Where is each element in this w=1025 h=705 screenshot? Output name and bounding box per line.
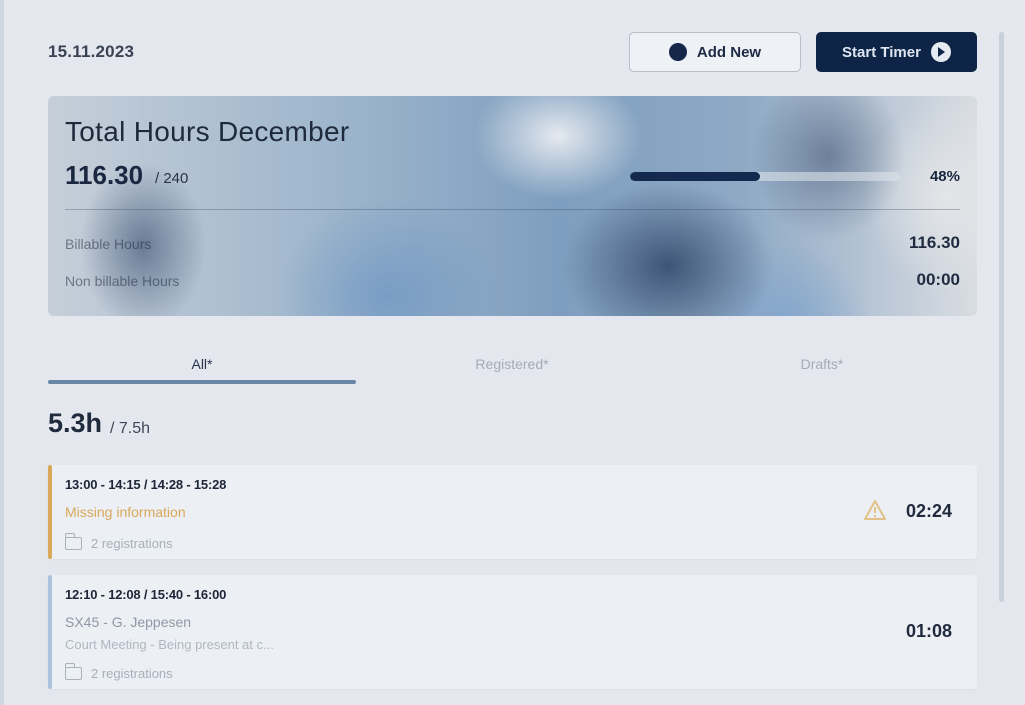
tab-registered-label: Registered* — [475, 356, 549, 372]
total-hours-value: 116.30 — [65, 160, 144, 190]
summary-divider — [65, 209, 960, 210]
tab-all[interactable]: All* — [48, 350, 356, 384]
summary-title: Total Hours December — [65, 116, 350, 147]
entry-filter-tabs: All* Registered* Drafts* — [48, 350, 977, 384]
warning-triangle-icon — [864, 500, 886, 520]
entry-case: SX45 - G. Jeppesen — [65, 614, 192, 630]
entry-registrations-label: 2 registrations — [91, 536, 173, 551]
add-new-label: Add New — [696, 43, 762, 61]
total-hours-target: / 240 — [155, 170, 189, 187]
entry-description: Court Meeting - Being present at c... — [65, 637, 274, 652]
entry-duration: 02:24 — [905, 501, 952, 521]
entry-registrations: 2 registrations — [64, 533, 173, 551]
non-billable-hours-value: 00:00 — [916, 270, 960, 289]
day-target-hours: / 7.5h — [110, 420, 151, 437]
folder-icon — [64, 663, 82, 680]
tab-drafts[interactable]: Drafts* — [668, 350, 976, 384]
tab-all-label: All* — [191, 356, 213, 372]
time-entry-card[interactable]: 13:00 - 14:15 / 14:28 - 15:28 Missing in… — [48, 465, 977, 559]
hours-progress-fill — [630, 172, 760, 181]
entry-duration: 01:08 — [905, 621, 952, 641]
entry-times: 13:00 - 14:15 / 14:28 - 15:28 — [65, 477, 227, 492]
start-timer-label: Start Timer — [842, 43, 921, 61]
entry-status-bar — [48, 465, 52, 559]
entry-registrations-label: 2 registrations — [91, 666, 173, 681]
time-entry-card[interactable]: 12:10 - 12:08 / 15:40 - 16:00 SX45 - G. … — [48, 575, 977, 689]
add-new-button[interactable]: Add New — [629, 32, 801, 72]
folder-icon — [64, 533, 82, 550]
left-edge — [0, 0, 4, 705]
main-content: 15.11.2023 Add New Start Timer Total Hou… — [48, 0, 977, 705]
start-timer-button[interactable]: Start Timer — [816, 32, 977, 72]
scrollbar[interactable] — [999, 32, 1004, 602]
tab-drafts-label: Drafts* — [800, 356, 844, 372]
entry-times: 12:10 - 12:08 / 15:40 - 16:00 — [65, 587, 227, 602]
billable-hours-label: Billable Hours — [65, 236, 152, 252]
entry-registrations: 2 registrations — [64, 663, 173, 681]
monthly-summary-card: Total Hours December 116.30 / 240 48% Bi… — [48, 96, 977, 316]
entry-status-bar — [48, 575, 52, 689]
hours-progress-percent: 48% — [929, 168, 960, 185]
plus-circle-icon — [668, 43, 687, 61]
non-billable-hours-label: Non billable Hours — [65, 273, 180, 289]
entry-missing-info: Missing information — [65, 504, 186, 520]
billable-hours-value: 116.30 — [908, 233, 960, 252]
tab-registered[interactable]: Registered* — [358, 350, 666, 384]
day-total-hours: 5.3h — [48, 408, 103, 438]
hours-progress-bar — [630, 172, 900, 181]
play-icon — [930, 42, 951, 62]
current-date: 15.11.2023 — [48, 42, 135, 61]
